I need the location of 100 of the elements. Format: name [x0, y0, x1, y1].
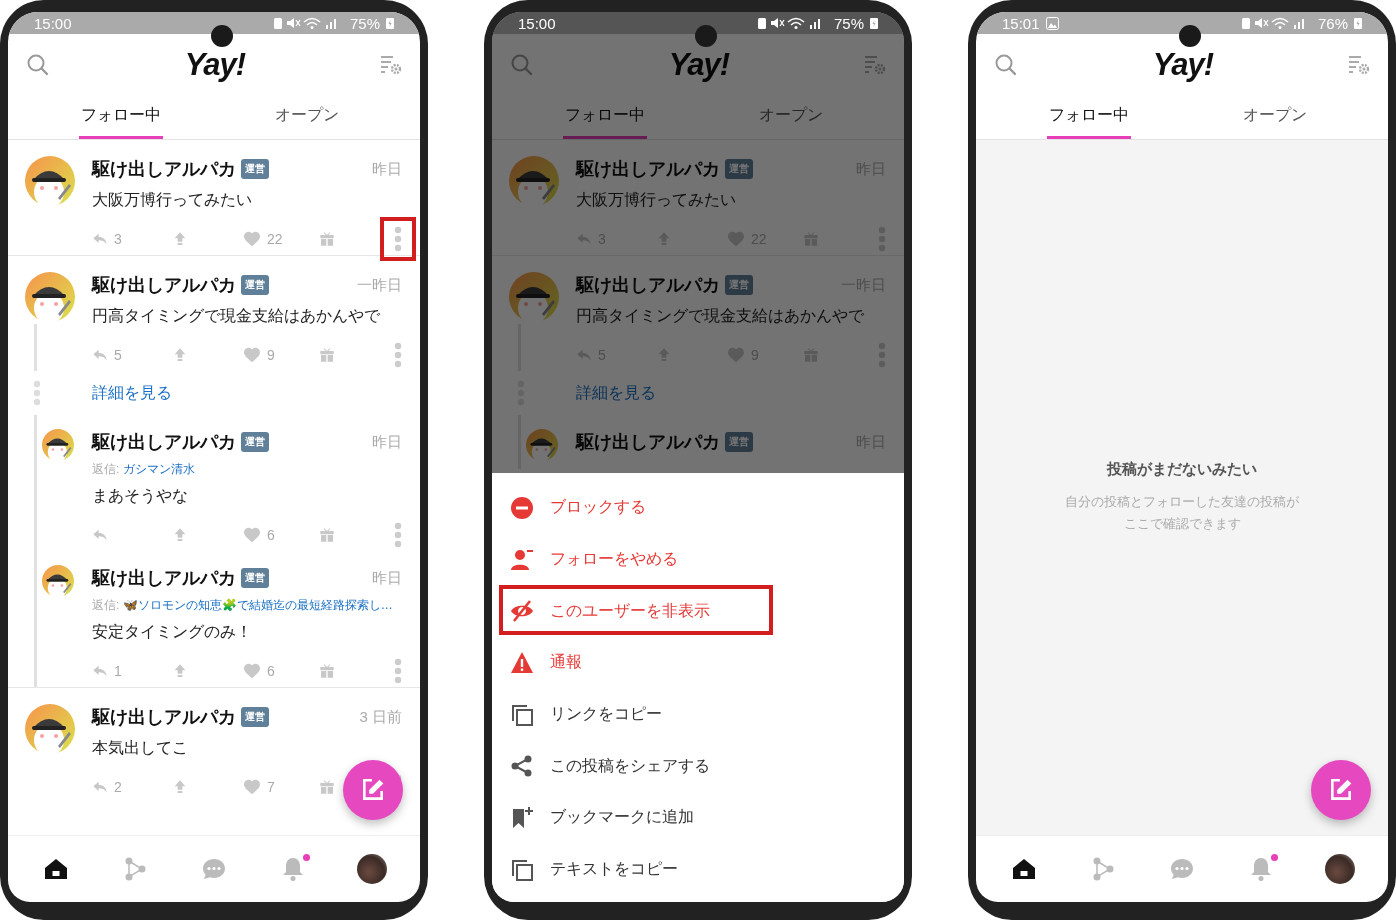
repost-icon[interactable] [656, 347, 672, 363]
user-name[interactable]: 駆け出しアルパカ [92, 273, 236, 297]
menu-item[interactable]: この投稿をシェアする [492, 740, 904, 793]
bell-icon[interactable] [281, 857, 306, 881]
user-name[interactable]: 駆け出しアルパカ [576, 273, 720, 297]
profile-photo-placeholder[interactable] [1325, 854, 1356, 884]
avatar-drawing[interactable] [42, 565, 74, 597]
repost-icon[interactable] [172, 663, 188, 679]
status-time: 15:00 [34, 14, 72, 32]
pencil-square-icon [360, 777, 386, 803]
post-time: 昨日 [372, 568, 402, 588]
staff-badge: 運営 [725, 432, 753, 452]
feed-tab[interactable]: オープン [273, 95, 341, 139]
reply-to-link[interactable]: 🦋ソロモンの知恵🧩で結婚迄の最短経路探索し… [122, 598, 393, 612]
avatar-drawing[interactable] [42, 429, 74, 461]
compose-button[interactable] [343, 760, 403, 820]
heart-icon[interactable] [243, 527, 261, 543]
heart-icon[interactable] [243, 663, 261, 679]
search-icon[interactable] [994, 52, 1018, 77]
like-count: 6 [267, 663, 275, 679]
avatar-drawing[interactable] [25, 156, 75, 206]
user-name[interactable]: 駆け出しアルパカ [92, 705, 236, 729]
home-icon[interactable] [1011, 857, 1036, 881]
user-name[interactable]: 駆け出しアルパカ [92, 157, 236, 181]
post-text: まあそうやな [92, 486, 189, 506]
heart-icon[interactable] [727, 231, 745, 247]
reply-to-line: 返信: ガシマン清水 [92, 461, 196, 478]
menu-item[interactable]: このユーザーを非表示 [492, 585, 904, 638]
camera-cutout [695, 25, 717, 47]
user-name[interactable]: 駆け出しアルパカ [576, 157, 720, 181]
user-name[interactable]: 駆け出しアルパカ [576, 430, 720, 454]
repost-icon[interactable] [172, 231, 188, 247]
menu-item[interactable]: テキストをコピー [492, 843, 904, 896]
post-text: 大阪万博行ってみたい [92, 190, 253, 210]
chat-icon[interactable] [201, 857, 226, 881]
avatar-drawing[interactable] [25, 272, 75, 322]
staff-badge: 運営 [725, 159, 753, 179]
like-count: 7 [267, 779, 275, 795]
filter-settings-icon[interactable] [1348, 53, 1370, 76]
more-dots-icon [394, 342, 402, 368]
filter-settings-icon[interactable] [380, 53, 402, 76]
avatar-drawing[interactable] [25, 704, 75, 754]
repost-icon[interactable] [172, 527, 188, 543]
post-time: 昨日 [372, 432, 402, 452]
feed-tab[interactable]: フォロー中 [79, 95, 163, 139]
repost-icon[interactable] [172, 779, 188, 795]
bell-icon[interactable] [1249, 857, 1274, 881]
like-count: 6 [267, 527, 275, 543]
gift-icon[interactable] [803, 231, 819, 247]
heart-icon[interactable] [243, 231, 261, 247]
heart-icon[interactable] [243, 779, 261, 795]
menu-item[interactable]: ブックマークに追加 [492, 792, 904, 844]
feed-tab[interactable]: フォロー中 [563, 95, 647, 139]
more-dots-icon [394, 226, 402, 252]
repost-icon[interactable] [172, 347, 188, 363]
profile-photo-placeholder[interactable] [357, 854, 388, 884]
gift-icon[interactable] [319, 527, 335, 543]
battery-percent: 75% [349, 14, 380, 32]
person-minus-icon [510, 547, 534, 572]
feed-tab[interactable]: オープン [1241, 95, 1309, 139]
gift-icon[interactable] [319, 663, 335, 679]
gift-icon[interactable] [803, 347, 819, 363]
battery-percent: 76% [1317, 14, 1348, 32]
heart-icon[interactable] [727, 347, 745, 363]
app-logo: Yay! [1152, 46, 1214, 83]
thread-dots-icon [33, 380, 41, 406]
repost-icon[interactable] [656, 231, 672, 247]
gift-icon[interactable] [319, 347, 335, 363]
reply-count: 1 [114, 663, 122, 679]
search-icon[interactable] [26, 52, 50, 77]
chat-icon[interactable] [1169, 857, 1194, 881]
menu-item[interactable]: リンクをコピー [492, 688, 904, 741]
filter-settings-icon[interactable] [864, 53, 886, 76]
pencil-square-icon [1328, 777, 1354, 803]
staff-badge: 運営 [725, 275, 753, 295]
share-icon [510, 754, 534, 779]
status-time: 15:00 [518, 14, 556, 32]
staff-badge: 運営 [241, 707, 269, 727]
menu-item[interactable]: ブロックする [492, 482, 904, 534]
search-icon[interactable] [510, 52, 534, 77]
battery-icon [1354, 17, 1362, 29]
reply-count: 2 [114, 779, 122, 795]
user-name[interactable]: 駆け出しアルパカ [92, 430, 236, 454]
gift-icon[interactable] [319, 779, 335, 795]
post-time: 一昨日 [357, 275, 402, 295]
reply-to-link[interactable]: ガシマン清水 [122, 462, 195, 476]
menu-item[interactable]: 通報 [492, 637, 904, 689]
more-options-button[interactable] [382, 219, 414, 259]
block-icon [510, 495, 534, 520]
battery-icon [870, 17, 878, 29]
more-dots-icon [394, 658, 402, 684]
home-icon[interactable] [43, 857, 68, 881]
copy-icon [510, 702, 534, 727]
heart-icon[interactable] [243, 347, 261, 363]
more-dots-icon [394, 522, 402, 548]
menu-item[interactable]: フォローをやめる [492, 533, 904, 586]
reply-count: 3 [114, 231, 122, 247]
gift-icon[interactable] [319, 231, 335, 247]
see-more-link[interactable]: 詳細を見る [92, 382, 172, 404]
user-name[interactable]: 駆け出しアルパカ [92, 566, 236, 590]
